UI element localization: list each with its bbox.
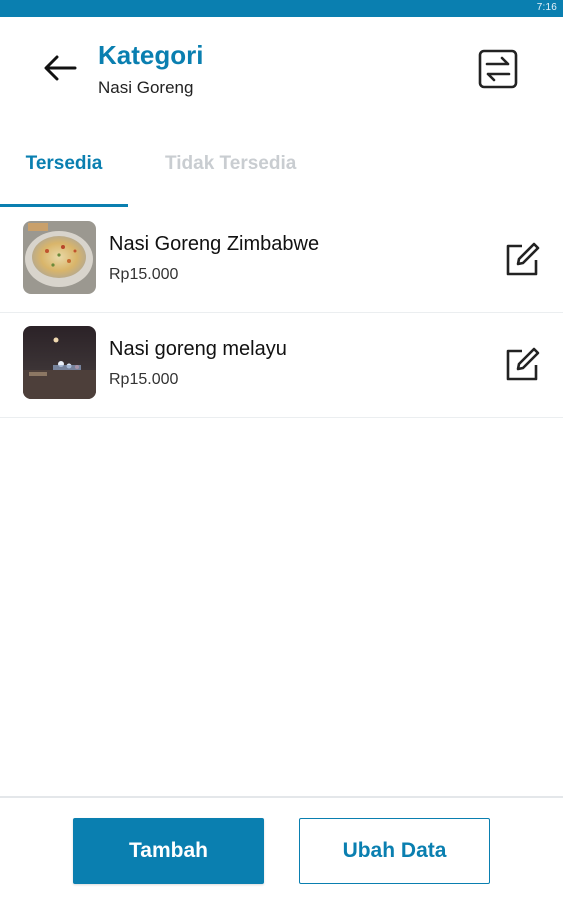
item-name: Nasi goreng melayu — [109, 338, 287, 360]
sort-button[interactable] — [470, 41, 526, 97]
back-button[interactable] — [38, 51, 82, 85]
edit-item-button[interactable] — [498, 341, 546, 389]
menu-item-list: Nasi Goreng Zimbabwe Rp15.000 Nasi goren… — [0, 208, 563, 418]
tambah-button[interactable]: Tambah — [73, 818, 264, 884]
item-name: Nasi Goreng Zimbabwe — [109, 233, 320, 255]
active-tab-indicator — [0, 204, 128, 207]
status-bar: 7:16 — [0, 0, 563, 17]
page-title: Kategori — [98, 40, 204, 70]
status-time: 7:16 — [536, 2, 557, 13]
edit-icon — [506, 347, 540, 381]
ubah-data-button[interactable]: Ubah Data — [299, 818, 490, 884]
list-item[interactable]: Nasi Goreng Zimbabwe Rp15.000 — [0, 208, 563, 313]
night-street-photo — [23, 326, 96, 399]
tab-tersedia[interactable]: Tersedia — [0, 122, 128, 206]
arrow-left-icon — [44, 55, 77, 81]
tab-tidak-tersedia[interactable]: Tidak Tersedia — [165, 122, 296, 206]
app-screen: 7:16 Kategori Nasi Goreng Tersedia Tidak… — [0, 0, 563, 900]
edit-icon — [506, 242, 540, 276]
header: Kategori Nasi Goreng — [0, 17, 563, 122]
edit-item-button[interactable] — [498, 236, 546, 284]
item-price: Rp15.000 — [109, 371, 179, 388]
page-subtitle: Nasi Goreng — [98, 78, 194, 97]
fried-rice-photo — [23, 221, 96, 294]
bottom-action-bar: Tambah Ubah Data — [0, 796, 563, 900]
item-price: Rp15.000 — [109, 266, 179, 283]
sort-swap-icon — [478, 49, 518, 89]
tab-bar: Tersedia Tidak Tersedia — [0, 122, 563, 208]
list-item[interactable]: Nasi goreng melayu Rp15.000 — [0, 313, 563, 418]
